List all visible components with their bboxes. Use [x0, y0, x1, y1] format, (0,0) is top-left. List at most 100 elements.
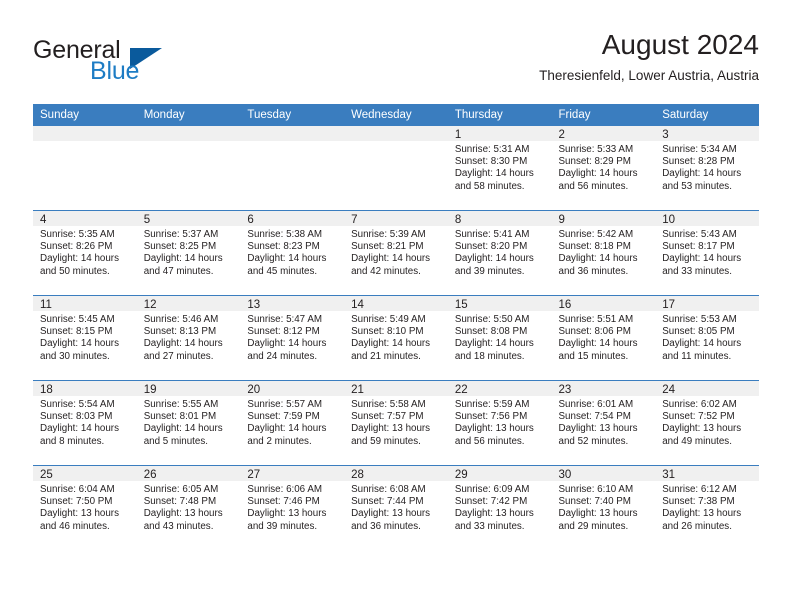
day-details: Sunrise: 6:02 AM Sunset: 7:52 PM Daylight:…: [655, 396, 759, 448]
calendar-day-cell[interactable]: 5 Sunrise: 5:37 AM Sunset: 8:25 PM Daylight…: [136, 210, 241, 296]
daylight-duration-line2: and 36 minutes.: [351, 520, 421, 532]
calendar-day-cell[interactable]: 22 Sunrise: 5:59 AM Sunset: 7:56 PM Dayligh…: [447, 380, 552, 466]
day-number: 1: [447, 126, 552, 141]
calendar-day-cell[interactable]: 14 Sunrise: 5:49 AM Sunset: 8:10 PM Dayligh…: [344, 295, 448, 381]
daylight-duration-line1: Daylight: 14 hours: [143, 253, 223, 265]
day-number: 16: [551, 296, 656, 311]
day-details: Sunrise: 5:43 AM Sunset: 8:17 PM Daylight:…: [655, 226, 759, 278]
day-details: Sunrise: 5:35 AM Sunset: 8:26 PM Daylight:…: [33, 226, 137, 278]
sunrise-time: Sunrise: 5:57 AM: [247, 399, 323, 410]
day-details: Sunrise: 5:31 AM Sunset: 8:30 PM Daylight:…: [448, 141, 552, 193]
calendar-day-cell[interactable]: 31 Sunrise: 6:12 AM Sunset: 7:38 PM Dayligh…: [655, 465, 759, 550]
sunset-time: Sunset: 8:26 PM: [40, 241, 113, 253]
sunset-time: Sunset: 8:05 PM: [662, 326, 735, 338]
calendar-day-cell[interactable]: 24 Sunrise: 6:02 AM Sunset: 7:52 PM Dayligh…: [655, 380, 759, 466]
sunset-time: Sunset: 7:57 PM: [351, 411, 424, 423]
calendar-day-cell[interactable]: 16 Sunrise: 5:51 AM Sunset: 8:06 PM Dayligh…: [551, 295, 656, 381]
calendar-day-cell[interactable]: 19 Sunrise: 5:55 AM Sunset: 8:01 PM Dayligh…: [136, 380, 241, 466]
sunrise-time: Sunrise: 6:02 AM: [662, 399, 737, 410]
daylight-duration-line2: and 46 minutes.: [40, 520, 110, 532]
calendar-day-cell[interactable]: 15 Sunrise: 5:50 AM Sunset: 8:08 PM Dayligh…: [447, 295, 552, 381]
daylight-duration-line1: Daylight: 13 hours: [662, 423, 742, 435]
sunset-time: Sunset: 8:03 PM: [40, 411, 113, 423]
day-number: 31: [655, 466, 759, 481]
daylight-duration-line2: and 42 minutes.: [351, 265, 421, 277]
day-number: 6: [240, 211, 345, 226]
calendar-day-cell[interactable]: 13 Sunrise: 5:47 AM Sunset: 8:12 PM Dayligh…: [240, 295, 345, 381]
daylight-duration-line2: and 29 minutes.: [558, 520, 629, 532]
daylight-duration-line2: and 5 minutes.: [143, 435, 208, 447]
day-details: Sunrise: 6:05 AM Sunset: 7:48 PM Daylight:…: [137, 481, 241, 533]
calendar-day-cell[interactable]: 20 Sunrise: 5:57 AM Sunset: 7:59 PM Dayligh…: [240, 380, 345, 466]
day-number: 17: [655, 296, 759, 311]
calendar-day-cell[interactable]: 11 Sunrise: 5:45 AM Sunset: 8:15 PM Dayligh…: [33, 295, 137, 381]
day-details: Sunrise: 5:34 AM Sunset: 8:28 PM Daylight:…: [655, 141, 759, 193]
day-number: 20: [240, 381, 345, 396]
calendar-day-cell[interactable]: 17 Sunrise: 5:53 AM Sunset: 8:05 PM Dayligh…: [655, 295, 759, 381]
sunset-time: Sunset: 8:06 PM: [558, 326, 631, 338]
daylight-duration-line2: and 39 minutes.: [247, 520, 318, 532]
daylight-duration-line1: Daylight: 13 hours: [558, 508, 638, 520]
sunrise-time: Sunrise: 5:38 AM: [247, 229, 323, 240]
sunset-time: Sunset: 7:52 PM: [662, 411, 735, 423]
calendar-day-cell[interactable]: 6 Sunrise: 5:38 AM Sunset: 8:23 PM Daylight…: [240, 210, 345, 296]
calendar-day-cell[interactable]: 7 Sunrise: 5:39 AM Sunset: 8:21 PM Daylight…: [344, 210, 448, 296]
page-title: August 2024: [601, 29, 759, 60]
day-number: 26: [136, 466, 241, 481]
calendar-day-cell[interactable]: 18 Sunrise: 5:54 AM Sunset: 8:03 PM Dayligh…: [33, 380, 137, 466]
day-number: 7: [344, 211, 448, 226]
sunset-time: Sunset: 7:56 PM: [454, 411, 528, 423]
calendar-day-cell[interactable]: 29 Sunrise: 6:09 AM Sunset: 7:42 PM Dayligh…: [447, 465, 552, 550]
daylight-duration-line2: and 15 minutes.: [558, 350, 629, 362]
sunrise-time: Sunrise: 6:05 AM: [143, 484, 219, 495]
calendar-day-cell[interactable]: 23 Sunrise: 6:01 AM Sunset: 7:54 PM Dayligh…: [551, 380, 656, 466]
calendar-day-cell[interactable]: 2 Sunrise: 5:33 AM Sunset: 8:29 PM Daylight…: [551, 126, 656, 211]
logo-text-blue: Blue: [90, 57, 140, 85]
calendar-day-cell[interactable]: 27 Sunrise: 6:06 AM Sunset: 7:46 PM Dayligh…: [240, 465, 345, 550]
sunset-time: Sunset: 7:54 PM: [558, 411, 631, 423]
sunrise-time: Sunrise: 5:41 AM: [454, 229, 530, 240]
calendar-day-cell[interactable]: 21 Sunrise: 5:58 AM Sunset: 7:57 PM Dayligh…: [344, 380, 448, 466]
day-number: 4: [33, 211, 137, 226]
day-number: 25: [33, 466, 137, 481]
weekday-header-saturday: Saturday: [655, 104, 759, 126]
daylight-duration-line2: and 47 minutes.: [143, 265, 214, 277]
calendar-day-cell[interactable]: 25 Sunrise: 6:04 AM Sunset: 7:50 PM Dayligh…: [33, 465, 137, 550]
day-number: 22: [447, 381, 552, 396]
daylight-duration-line1: Daylight: 14 hours: [247, 338, 327, 350]
calendar-day-cell[interactable]: 12 Sunrise: 5:46 AM Sunset: 8:13 PM Dayligh…: [136, 295, 241, 381]
calendar-day-cell[interactable]: 10 Sunrise: 5:43 AM Sunset: 8:17 PM Dayligh…: [655, 210, 759, 296]
day-details: Sunrise: 6:12 AM Sunset: 7:38 PM Daylight:…: [655, 481, 759, 533]
daylight-duration-line1: Daylight: 13 hours: [662, 508, 742, 520]
daylight-duration-line1: Daylight: 13 hours: [247, 508, 327, 520]
daylight-duration-line2: and 33 minutes.: [662, 265, 732, 277]
day-details: Sunrise: 5:42 AM Sunset: 8:18 PM Daylight:…: [552, 226, 656, 278]
sunset-time: Sunset: 7:44 PM: [351, 496, 424, 508]
calendar-day-cell[interactable]: 30 Sunrise: 6:10 AM Sunset: 7:40 PM Dayligh…: [551, 465, 656, 550]
calendar-day-cell[interactable]: 8 Sunrise: 5:41 AM Sunset: 8:20 PM Daylight…: [447, 210, 552, 296]
daylight-duration-line1: Daylight: 14 hours: [143, 423, 223, 435]
calendar-day-cell[interactable]: 1 Sunrise: 5:31 AM Sunset: 8:30 PM Daylight…: [447, 126, 552, 211]
sunrise-time: Sunrise: 5:49 AM: [351, 314, 426, 325]
day-details: Sunrise: 5:53 AM Sunset: 8:05 PM Daylight:…: [655, 311, 759, 363]
daylight-duration-line1: Daylight: 14 hours: [40, 338, 119, 350]
calendar-day-cell[interactable]: 26 Sunrise: 6:05 AM Sunset: 7:48 PM Dayligh…: [136, 465, 241, 550]
daylight-duration-line1: Daylight: 14 hours: [351, 253, 431, 265]
daylight-duration-line1: Daylight: 14 hours: [351, 338, 431, 350]
day-details: Sunrise: 6:04 AM Sunset: 7:50 PM Daylight:…: [33, 481, 137, 533]
daylight-duration-line1: Daylight: 13 hours: [454, 423, 534, 435]
sunset-time: Sunset: 8:17 PM: [662, 241, 735, 253]
weekday-header-sunday: Sunday: [33, 104, 137, 126]
calendar-day-cell[interactable]: 9 Sunrise: 5:42 AM Sunset: 8:18 PM Daylight…: [551, 210, 656, 296]
calendar-day-cell[interactable]: 28 Sunrise: 6:08 AM Sunset: 7:44 PM Dayligh…: [344, 465, 448, 550]
sunset-time: Sunset: 7:48 PM: [143, 496, 217, 508]
sunset-time: Sunset: 8:23 PM: [247, 241, 320, 253]
calendar-day-cell[interactable]: 4 Sunrise: 5:35 AM Sunset: 8:26 PM Daylight…: [33, 210, 137, 296]
sunrise-time: Sunrise: 6:12 AM: [662, 484, 737, 495]
sunrise-time: Sunrise: 5:53 AM: [662, 314, 737, 325]
calendar-day-cell[interactable]: 3 Sunrise: 5:34 AM Sunset: 8:28 PM Daylight…: [655, 126, 759, 211]
daylight-duration-line1: Daylight: 14 hours: [40, 253, 119, 265]
daylight-duration-line1: Daylight: 14 hours: [247, 253, 327, 265]
general-blue-logo[interactable]: General Blue: [33, 36, 253, 94]
day-details: Sunrise: 5:41 AM Sunset: 8:20 PM Daylight:…: [448, 226, 552, 278]
